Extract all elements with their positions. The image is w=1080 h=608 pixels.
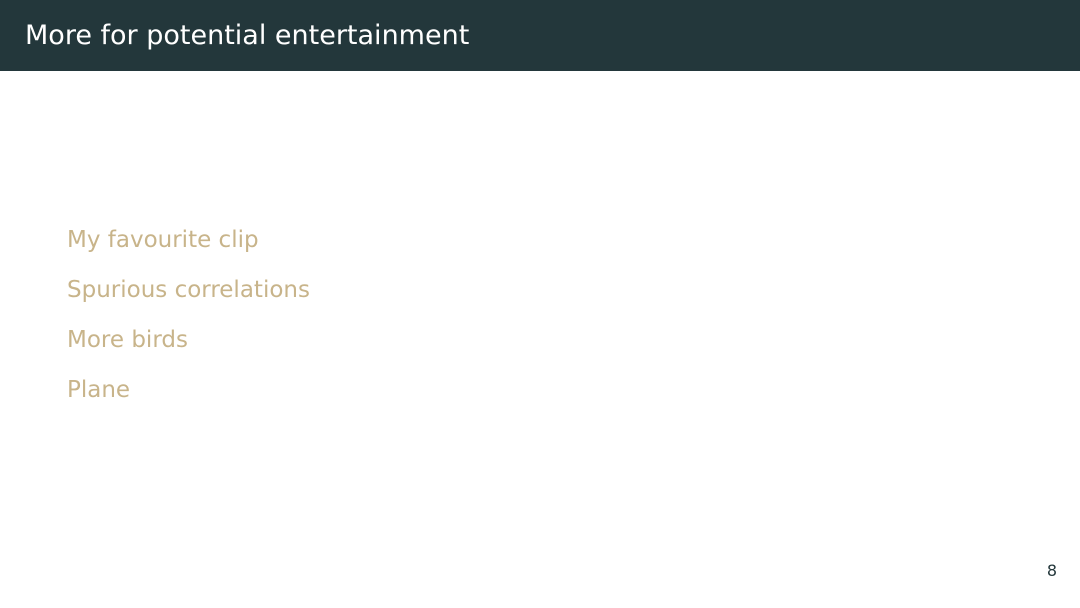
link-spurious-correlations[interactable]: Spurious correlations (67, 272, 310, 322)
slide: More for potential entertainment My favo… (0, 0, 1080, 608)
link-my-favourite-clip[interactable]: My favourite clip (67, 222, 310, 272)
link-list: My favourite clip Spurious correlations … (67, 222, 310, 422)
link-plane[interactable]: Plane (67, 372, 310, 422)
page-number: 8 (1046, 561, 1057, 580)
title-bar: More for potential entertainment (0, 0, 1080, 71)
slide-title: More for potential entertainment (25, 20, 470, 51)
link-more-birds[interactable]: More birds (67, 322, 310, 372)
